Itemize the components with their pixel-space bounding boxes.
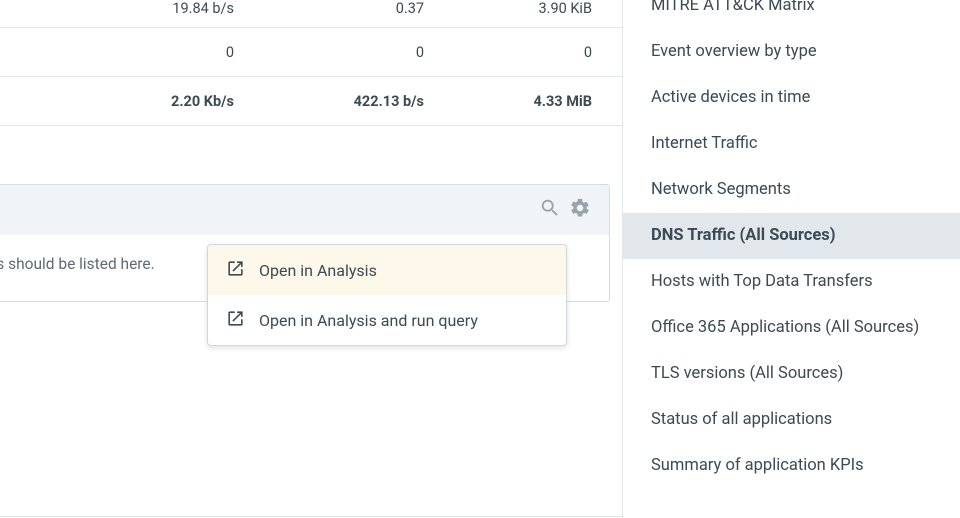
sidebar-item-label: Event overview by type <box>651 42 817 61</box>
menu-item-label: Open in Analysis <box>259 261 377 280</box>
cell-total: 3.90 KiB <box>432 0 600 28</box>
cell-rate-down: 2.20 Kb/s <box>62 77 242 126</box>
sidebar-item-internet[interactable]: Internet Traffic <box>623 121 960 167</box>
sidebar-item-tls[interactable]: TLS versions (All Sources) <box>623 351 960 397</box>
table-row: 19.84 b/s 0.37 3.90 KiB <box>0 0 622 28</box>
cell-rate-up: 0 <box>242 28 432 77</box>
sidebar-item-label: TLS versions (All Sources) <box>651 364 843 383</box>
traffic-table: 19.84 b/s 0.37 3.90 KiB 0 0 0 2.20 Kb/s … <box>0 0 622 126</box>
sidebar-item-hosts[interactable]: Hosts with Top Data Transfers <box>623 259 960 305</box>
gear-icon[interactable] <box>569 197 591 223</box>
widget-header <box>0 185 609 235</box>
menu-item-label: Open in Analysis and run query <box>259 311 478 330</box>
cell-total: 4.33 MiB <box>432 77 600 126</box>
menu-item-open-analysis-run[interactable]: Open in Analysis and run query <box>208 295 566 345</box>
sidebar-item-label: DNS Traffic (All Sources) <box>651 226 836 245</box>
main-area: 19.84 b/s 0.37 3.90 KiB 0 0 0 2.20 Kb/s … <box>0 0 622 518</box>
sidebar-item-label: Office 365 Applications (All Sources) <box>651 318 919 337</box>
sidebar-item-label: Network Segments <box>651 180 791 199</box>
context-menu: Open in Analysis Open in Analysis and ru… <box>207 244 567 346</box>
sidebar-item-dns[interactable]: DNS Traffic (All Sources) <box>623 213 960 259</box>
cell-rate-down: 19.84 b/s <box>62 0 242 28</box>
external-link-icon <box>226 259 245 282</box>
sidebar-item-mitre[interactable]: MITRE ATT&CK Matrix <box>623 0 960 29</box>
dashboards-sidebar: MITRE ATT&CK Matrix Event overview by ty… <box>622 0 960 518</box>
sidebar-item-segments[interactable]: Network Segments <box>623 167 960 213</box>
cell-rate-up: 422.13 b/s <box>242 77 432 126</box>
table-row-total: 2.20 Kb/s 422.13 b/s 4.33 MiB <box>0 77 622 126</box>
external-link-icon <box>226 309 245 332</box>
sidebar-item-devices[interactable]: Active devices in time <box>623 75 960 121</box>
cell-rate-down: 0 <box>62 28 242 77</box>
sidebar-item-o365[interactable]: Office 365 Applications (All Sources) <box>623 305 960 351</box>
table-row: 0 0 0 <box>0 28 622 77</box>
menu-item-open-analysis[interactable]: Open in Analysis <box>208 245 566 295</box>
sidebar-item-label: Internet Traffic <box>651 134 758 153</box>
search-icon[interactable] <box>539 197 561 223</box>
divider <box>0 516 622 517</box>
cell-rate-up: 0.37 <box>242 0 432 28</box>
sidebar-item-kpi[interactable]: Summary of application KPIs <box>623 443 960 489</box>
sidebar-item-label: Hosts with Top Data Transfers <box>651 272 873 291</box>
sidebar-item-appstatus[interactable]: Status of all applications <box>623 397 960 443</box>
sidebar-item-label: Active devices in time <box>651 88 810 107</box>
sidebar-item-events[interactable]: Event overview by type <box>623 29 960 75</box>
cell-total: 0 <box>432 28 600 77</box>
sidebar-item-label: Summary of application KPIs <box>651 456 864 475</box>
sidebar-item-label: Status of all applications <box>651 410 832 429</box>
sidebar-item-label: MITRE ATT&CK Matrix <box>651 0 815 15</box>
